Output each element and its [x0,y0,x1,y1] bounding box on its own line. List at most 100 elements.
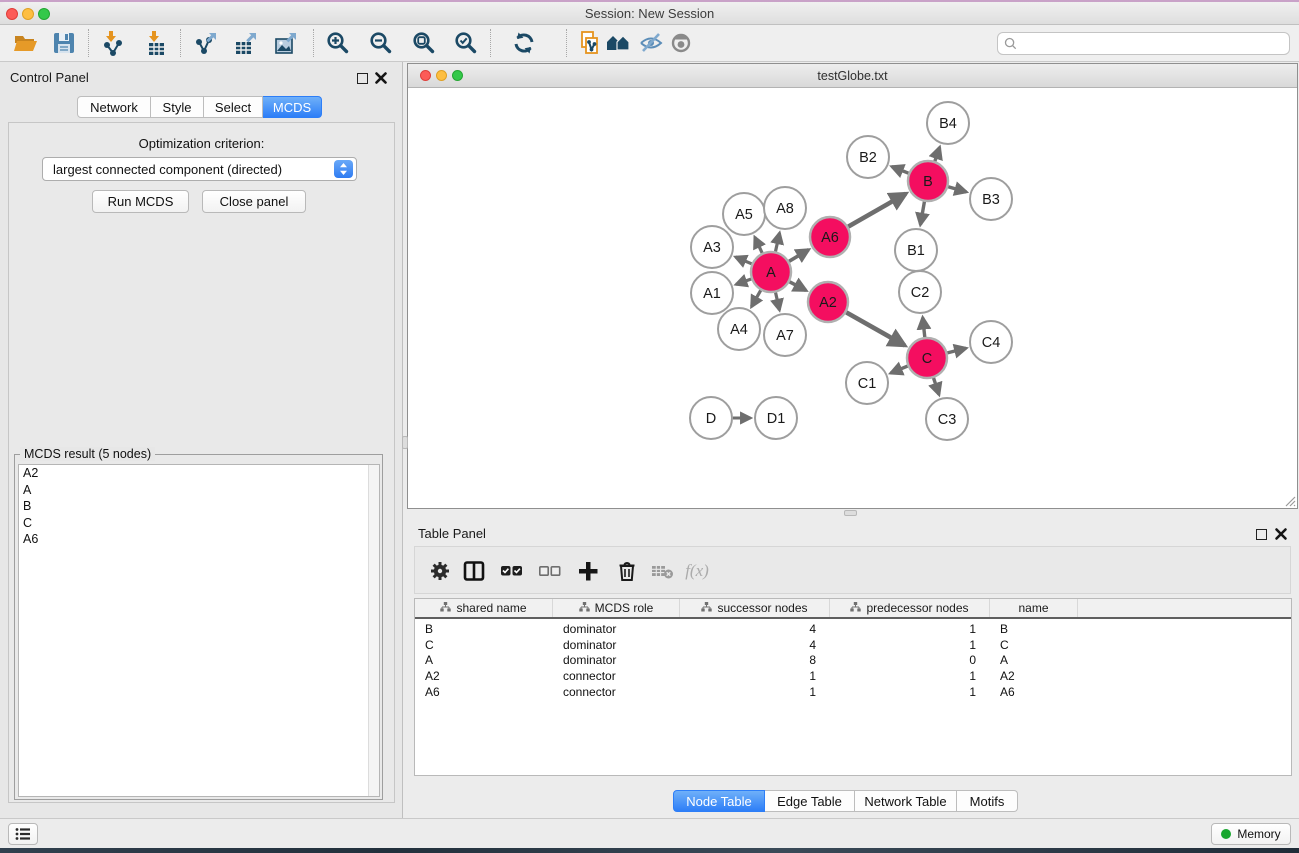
import-network-icon[interactable] [99,29,127,57]
graph-node-B2[interactable]: B2 [847,136,889,178]
tab-network[interactable]: Network [77,96,151,118]
column-header-MCDS-role[interactable]: MCDS role [553,599,680,617]
close-window-button[interactable] [6,8,18,20]
column-header-shared-name[interactable]: shared name [415,599,553,617]
edge-A-A1[interactable] [736,279,751,284]
edge-B-B2[interactable] [892,167,909,174]
edge-A-A2[interactable] [790,282,806,291]
zoom-out-icon[interactable] [367,29,395,57]
edge-A-A5[interactable] [755,237,762,253]
graph-node-B1[interactable]: B1 [895,229,937,271]
mcds-result-item[interactable]: A [19,482,379,499]
graph-node-A3[interactable]: A3 [691,226,733,268]
network-zoom-button[interactable] [452,70,463,81]
close-panel-icon[interactable] [374,71,388,85]
horizontal-splitter-handle[interactable] [844,510,857,516]
minimize-window-button[interactable] [22,8,34,20]
search-input[interactable] [1017,37,1267,51]
delete-column-icon[interactable] [614,558,640,584]
tab-select[interactable]: Select [204,96,263,118]
table-float-panel-icon[interactable] [1256,529,1267,540]
mcds-result-item[interactable]: B [19,498,379,515]
float-panel-icon[interactable] [357,73,368,84]
column-header-name[interactable]: name [990,599,1078,617]
graph-node-A4[interactable]: A4 [718,308,760,350]
graph-node-C3[interactable]: C3 [926,398,968,440]
edge-A2-C[interactable] [846,312,904,345]
graph-node-D1[interactable]: D1 [755,397,797,439]
network-minimize-button[interactable] [436,70,447,81]
export-network-icon[interactable] [192,29,220,57]
criterion-dropdown[interactable]: largest connected component (directed) [42,157,357,181]
edge-C-C3[interactable] [934,378,939,395]
graph-node-B[interactable]: B [908,161,948,201]
task-history-button[interactable] [8,823,38,845]
search-field[interactable] [997,32,1290,55]
edge-A-A3[interactable] [736,257,752,264]
graph-node-A1[interactable]: A1 [691,272,733,314]
graph-node-A[interactable]: A [751,252,791,292]
edge-A6-B[interactable] [848,194,905,227]
zoom-window-button[interactable] [38,8,50,20]
hide-eye-icon[interactable] [637,29,665,57]
column-header-predecessor-nodes[interactable]: predecessor nodes [830,599,990,617]
show-eye-icon[interactable] [667,29,695,57]
graph-node-C[interactable]: C [907,338,947,378]
graph-node-B3[interactable]: B3 [970,178,1012,220]
table-row[interactable]: A2connector11A2 [415,668,1291,684]
zoom-selected-icon[interactable] [452,29,480,57]
edge-A-A7[interactable] [776,292,780,310]
zoom-in-icon[interactable] [324,29,352,57]
edge-C-C2[interactable] [923,318,925,338]
export-image-icon[interactable] [272,29,300,57]
network-close-button[interactable] [420,70,431,81]
export-table-icon[interactable] [232,29,260,57]
table-row[interactable]: Adominator80A [415,653,1291,669]
table-close-panel-icon[interactable] [1274,527,1288,541]
deselect-all-columns-icon[interactable] [536,558,562,584]
mcds-result-item[interactable]: A6 [19,531,379,548]
edge-B-B4[interactable] [935,147,940,161]
graph-node-D[interactable]: D [690,397,732,439]
resize-grip-icon[interactable] [1282,493,1296,507]
tab-edge-table[interactable]: Edge Table [765,790,855,812]
home-icon[interactable] [605,29,633,57]
zoom-fit-icon[interactable] [410,29,438,57]
mcds-result-item[interactable]: C [19,515,379,532]
edge-B-B1[interactable] [920,202,924,225]
edge-A-A6[interactable] [789,250,809,262]
graph-node-A6[interactable]: A6 [810,217,850,257]
clone-network-icon[interactable] [576,29,604,57]
graph-node-C1[interactable]: C1 [846,362,888,404]
graph-node-A7[interactable]: A7 [764,314,806,356]
tab-network-table[interactable]: Network Table [855,790,957,812]
table-row[interactable]: A6connector11A6 [415,684,1291,700]
add-column-icon[interactable] [575,558,601,584]
edge-A-A4[interactable] [752,290,761,306]
mcds-result-list[interactable]: A2ABCA6 [18,464,380,797]
edge-C-C4[interactable] [947,348,966,353]
graph-node-A8[interactable]: A8 [764,187,806,229]
graph-node-C4[interactable]: C4 [970,321,1012,363]
tab-node-table[interactable]: Node Table [673,790,765,812]
table-row[interactable]: Cdominator41C [415,637,1291,653]
column-header-successor-nodes[interactable]: successor nodes [680,599,830,617]
vertical-splitter-handle[interactable] [402,436,408,449]
open-folder-icon[interactable] [12,29,40,57]
tab-style[interactable]: Style [151,96,204,118]
gear-icon[interactable] [427,558,453,584]
edge-C-C1[interactable] [891,366,908,373]
tab-motifs[interactable]: Motifs [957,790,1018,812]
import-table-icon[interactable] [142,29,170,57]
edge-A-A8[interactable] [775,233,779,252]
graph-node-A5[interactable]: A5 [723,193,765,235]
graph-node-A2[interactable]: A2 [808,282,848,322]
memory-button[interactable]: Memory [1211,823,1291,845]
network-graph-canvas[interactable]: B4B2BB3A5A8A6A3B1AA1C2A2A4A7C4CC1C3DD1 [408,88,1297,508]
save-icon[interactable] [50,29,78,57]
select-all-columns-icon[interactable] [498,558,524,584]
mcds-result-item[interactable]: A2 [19,465,379,482]
close-panel-button[interactable]: Close panel [202,190,306,213]
split-panel-icon[interactable] [461,558,487,584]
graph-node-B4[interactable]: B4 [927,102,969,144]
